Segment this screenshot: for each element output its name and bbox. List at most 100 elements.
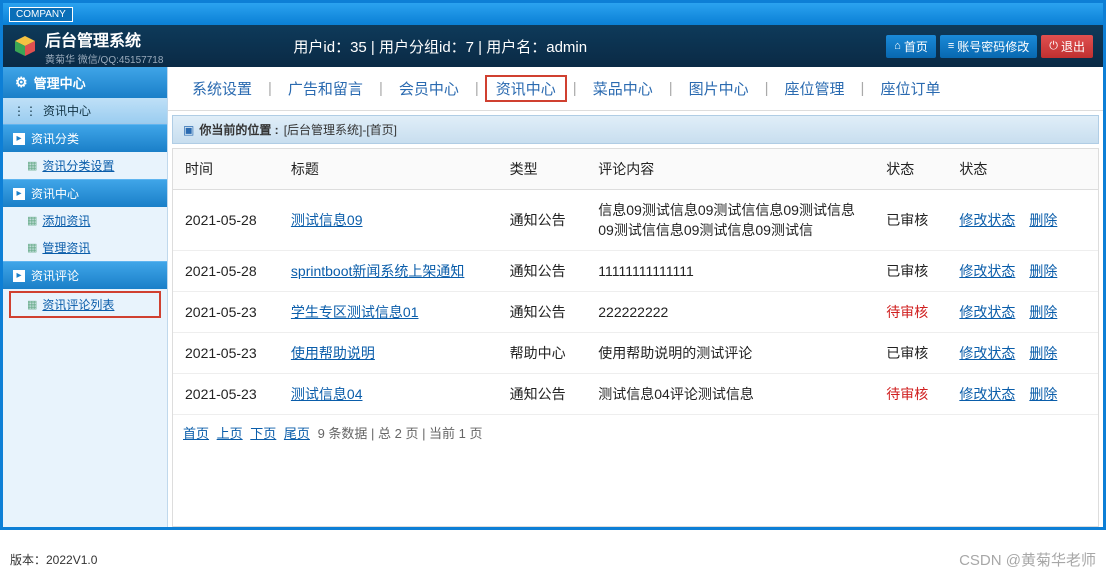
sidebar: ⚙ 管理中心 ⋮⋮ 资讯中心 ▸资讯分类▦资讯分类设置▸资讯中心▦添加资讯▦管理… [3,67,168,527]
doc-icon: ▦ [27,241,37,254]
brand-title: 后台管理系统 [45,27,163,51]
cell-type: 通知公告 [498,190,587,251]
cell-time: 2021-05-28 [173,190,279,251]
pager-prev[interactable]: 上页 [217,426,243,441]
topnav-separator: | [567,80,583,97]
sidebar-group-label: 资讯中心 [31,185,79,202]
password-button[interactable]: ≡账号密码修改 [940,35,1037,58]
user-info: 用户id：35 | 用户分组id：7 | 用户名：admin [293,36,587,57]
list-icon: ≡ [948,40,954,52]
table-header: 时间 [173,149,279,190]
title-link[interactable]: 使用帮助说明 [291,345,375,361]
sidebar-header-label: 管理中心 [34,73,86,92]
breadcrumb-path: [后台管理系统]-[首页] [284,121,397,138]
topnav-separator: | [373,80,389,97]
table-header: 评论内容 [586,149,874,190]
topnav-item[interactable]: 会员中心 [389,76,469,101]
title-link[interactable]: 学生专区测试信息01 [291,304,419,320]
topnav-item[interactable]: 图片中心 [679,76,759,101]
delete-link[interactable]: 删除 [1029,304,1057,320]
sidebar-group-label: 资讯分类 [31,130,79,147]
sidebar-item[interactable]: ▦ 添加资讯 [3,207,167,234]
home-label: 首页 [904,38,928,55]
topnav-item[interactable]: 座位管理 [775,76,855,101]
version-footer: 版本：2022V1.0 [10,551,97,568]
edit-status-link[interactable]: 修改状态 [959,345,1015,361]
delete-link[interactable]: 删除 [1029,263,1057,279]
cell-title: 学生专区测试信息01 [279,292,498,333]
sidebar-item-link[interactable]: 资讯分类设置 [42,157,114,174]
data-table: 时间标题类型评论内容状态状态 2021-05-28测试信息09通知公告信息09测… [173,149,1098,415]
table-row: 2021-05-23测试信息04通知公告测试信息04评论测试信息待审核修改状态删… [173,374,1098,415]
sidebar-item-link[interactable]: 资讯评论列表 [42,296,114,313]
cell-status: 已审核 [874,333,947,374]
cell-type: 通知公告 [498,292,587,333]
cell-status: 已审核 [874,251,947,292]
sidebar-group-header[interactable]: ▸ 资讯分类 [3,124,167,152]
gear-icon: ⚙ [15,74,28,91]
cell-title: 使用帮助说明 [279,333,498,374]
pager-next[interactable]: 下页 [250,426,276,441]
sidebar-item-link[interactable]: 管理资讯 [42,239,90,256]
cell-time: 2021-05-28 [173,251,279,292]
cell-content: 222222222 [586,292,874,333]
topnav-item[interactable]: 资讯中心 [485,75,567,102]
watermark: CSDN @黄菊华老师 [959,549,1096,570]
cell-status: 已审核 [874,190,947,251]
pager-first[interactable]: 首页 [183,426,209,441]
table-row: 2021-05-23学生专区测试信息01通知公告222222222待审核修改状态… [173,292,1098,333]
delete-link[interactable]: 删除 [1029,212,1057,228]
topnav-separator: | [262,80,278,97]
doc-icon: ▦ [27,214,37,227]
topnav-item[interactable]: 菜品中心 [583,76,663,101]
app-header: 后台管理系统 黄菊华 微信/QQ:45157718 用户id：35 | 用户分组… [3,25,1103,67]
sidebar-item[interactable]: ▦ 资讯评论列表 [9,291,161,318]
cell-type: 通知公告 [498,374,587,415]
sidebar-group-header[interactable]: ▸ 资讯评论 [3,261,167,289]
delete-link[interactable]: 删除 [1029,345,1057,361]
cell-actions: 修改状态删除 [947,333,1098,374]
topnav-item[interactable]: 座位订单 [870,76,950,101]
title-link[interactable]: sprintboot新闻系统上架通知 [291,263,464,279]
breadcrumb: ▣ 你当前的位置 : [后台管理系统]-[首页] [172,115,1099,144]
table-header: 类型 [498,149,587,190]
title-link[interactable]: 测试信息09 [291,212,363,228]
sidebar-group-header[interactable]: ▸ 资讯中心 [3,179,167,207]
cell-actions: 修改状态删除 [947,374,1098,415]
dots-icon: ⋮⋮ [13,104,37,118]
cell-actions: 修改状态删除 [947,190,1098,251]
edit-status-link[interactable]: 修改状态 [959,212,1015,228]
doc-icon: ▦ [27,298,37,311]
cell-content: 使用帮助说明的测试评论 [586,333,874,374]
topnav-item[interactable]: 系统设置 [182,76,262,101]
table-header: 标题 [279,149,498,190]
top-nav: 系统设置|广告和留言|会员中心|资讯中心|菜品中心|图片中心|座位管理|座位订单 [168,67,1103,111]
topnav-item[interactable]: 广告和留言 [278,76,373,101]
sidebar-item[interactable]: ▦ 管理资讯 [3,234,167,261]
expand-icon: ▸ [13,188,25,200]
delete-link[interactable]: 删除 [1029,386,1057,402]
edit-status-link[interactable]: 修改状态 [959,263,1015,279]
sidebar-item[interactable]: ▦资讯分类设置 [3,152,167,179]
cell-content: 11111111111111 [586,251,874,292]
cell-title: sprintboot新闻系统上架通知 [279,251,498,292]
logo-cube-icon [13,34,37,58]
edit-status-link[interactable]: 修改状态 [959,304,1015,320]
table-row: 2021-05-23使用帮助说明帮助中心使用帮助说明的测试评论已审核修改状态删除 [173,333,1098,374]
home-icon: ⌂ [894,40,901,52]
expand-icon: ▸ [13,270,25,282]
expand-icon: ▸ [13,133,25,145]
sidebar-group-label: 资讯评论 [31,267,79,284]
home-button[interactable]: ⌂首页 [886,35,936,58]
exit-button[interactable]: ⏻退出 [1041,35,1093,58]
topnav-separator: | [469,80,485,97]
edit-status-link[interactable]: 修改状态 [959,386,1015,402]
pager-info: 9 条数据 | 总 2 页 | 当前 1 页 [318,426,483,441]
title-link[interactable]: 测试信息04 [291,386,363,402]
power-icon: ⏻ [1049,40,1058,53]
pager-last[interactable]: 尾页 [284,426,310,441]
sidebar-subheader[interactable]: ⋮⋮ 资讯中心 [3,98,167,124]
sidebar-item-link[interactable]: 添加资讯 [42,212,90,229]
titlebar-text: COMPANY [9,7,73,22]
cell-title: 测试信息09 [279,190,498,251]
